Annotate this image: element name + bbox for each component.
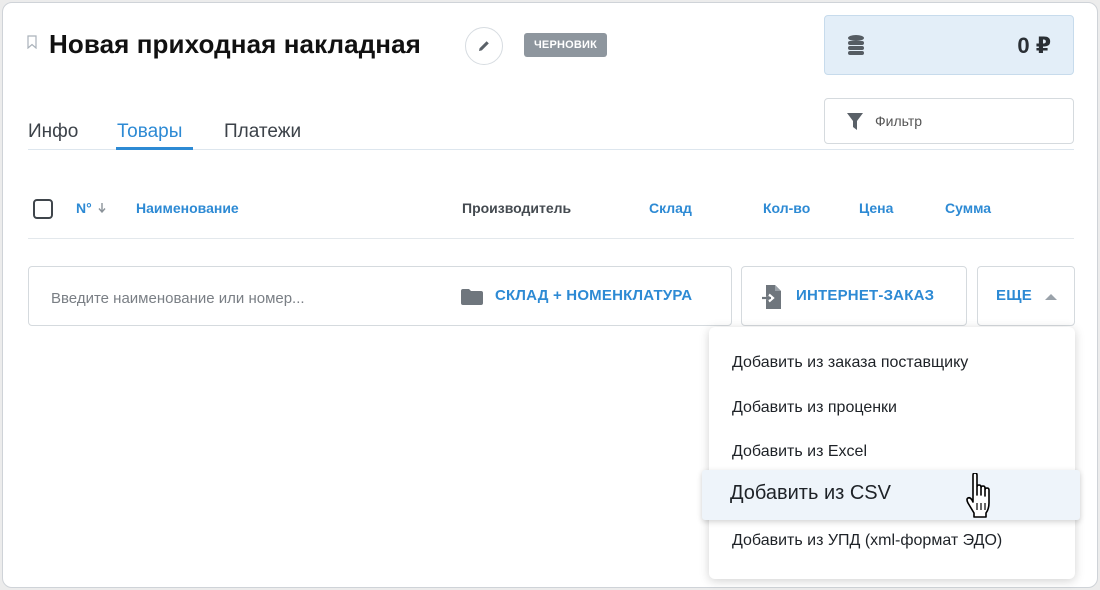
- active-tab-indicator: [116, 147, 193, 150]
- column-name[interactable]: Наименование: [136, 200, 239, 216]
- coins-icon: [848, 35, 864, 55]
- import-file-icon: [762, 285, 781, 309]
- balance-amount: 0 ₽: [1017, 33, 1051, 58]
- internet-order-button[interactable]: ИНТЕРНЕТ-ЗАКАЗ: [741, 266, 967, 326]
- balance-panel: 0 ₽: [824, 15, 1074, 75]
- menu-item-from-csv-label: Добавить из CSV: [730, 482, 891, 504]
- column-sum[interactable]: Сумма: [945, 200, 991, 216]
- menu-item-from-supplier-order[interactable]: Добавить из заказа поставщику: [732, 354, 968, 372]
- table-header-divider: [28, 238, 1074, 239]
- tab-info[interactable]: Инфо: [28, 121, 78, 143]
- column-price[interactable]: Цена: [859, 200, 893, 216]
- arrow-down-icon: [98, 203, 106, 214]
- pencil-icon: [479, 41, 489, 51]
- filter-button[interactable]: Фильтр: [824, 98, 1074, 144]
- edit-title-button[interactable]: [465, 27, 503, 65]
- caret-up-icon: [1045, 294, 1057, 300]
- more-dropdown-menu: Добавить из заказа поставщику Добавить и…: [709, 327, 1075, 579]
- column-quantity[interactable]: Кол-во: [763, 200, 810, 216]
- product-search-box: СКЛАД + НОМЕНКЛАТУРА: [28, 266, 732, 326]
- filter-label: Фильтр: [875, 113, 923, 129]
- menu-item-from-excel[interactable]: Добавить из Excel: [732, 443, 867, 461]
- menu-item-from-estimate[interactable]: Добавить из проценки: [732, 399, 897, 417]
- document-card: Новая приходная накладная ЧЕРНОВИК 0 ₽ Ф…: [2, 2, 1098, 588]
- hand-cursor-icon: [966, 473, 990, 518]
- column-manufacturer[interactable]: Производитель: [462, 200, 571, 216]
- warehouse-nomenclature-button[interactable]: СКЛАД + НОМЕНКЛАТУРА: [495, 287, 692, 304]
- product-search-input[interactable]: [49, 285, 443, 311]
- tab-goods[interactable]: Товары: [117, 121, 182, 143]
- status-badge: ЧЕРНОВИК: [524, 33, 608, 57]
- folder-icon: [461, 289, 483, 305]
- page-title: Новая приходная накладная: [49, 29, 421, 59]
- column-warehouse[interactable]: Склад: [649, 200, 692, 216]
- more-button[interactable]: ЕЩЕ: [977, 266, 1075, 326]
- tab-payments[interactable]: Платежи: [224, 121, 301, 143]
- bookmark-icon[interactable]: [27, 35, 37, 49]
- menu-item-from-csv[interactable]: Добавить из CSV: [702, 470, 1080, 520]
- column-number[interactable]: N°: [76, 200, 106, 216]
- select-all-checkbox[interactable]: [33, 199, 53, 219]
- filter-icon: [847, 113, 863, 130]
- internet-order-label: ИНТЕРНЕТ-ЗАКАЗ: [796, 287, 935, 304]
- more-label: ЕЩЕ: [996, 287, 1032, 304]
- menu-item-from-upd[interactable]: Добавить из УПД (xml-формат ЭДО): [732, 532, 1002, 550]
